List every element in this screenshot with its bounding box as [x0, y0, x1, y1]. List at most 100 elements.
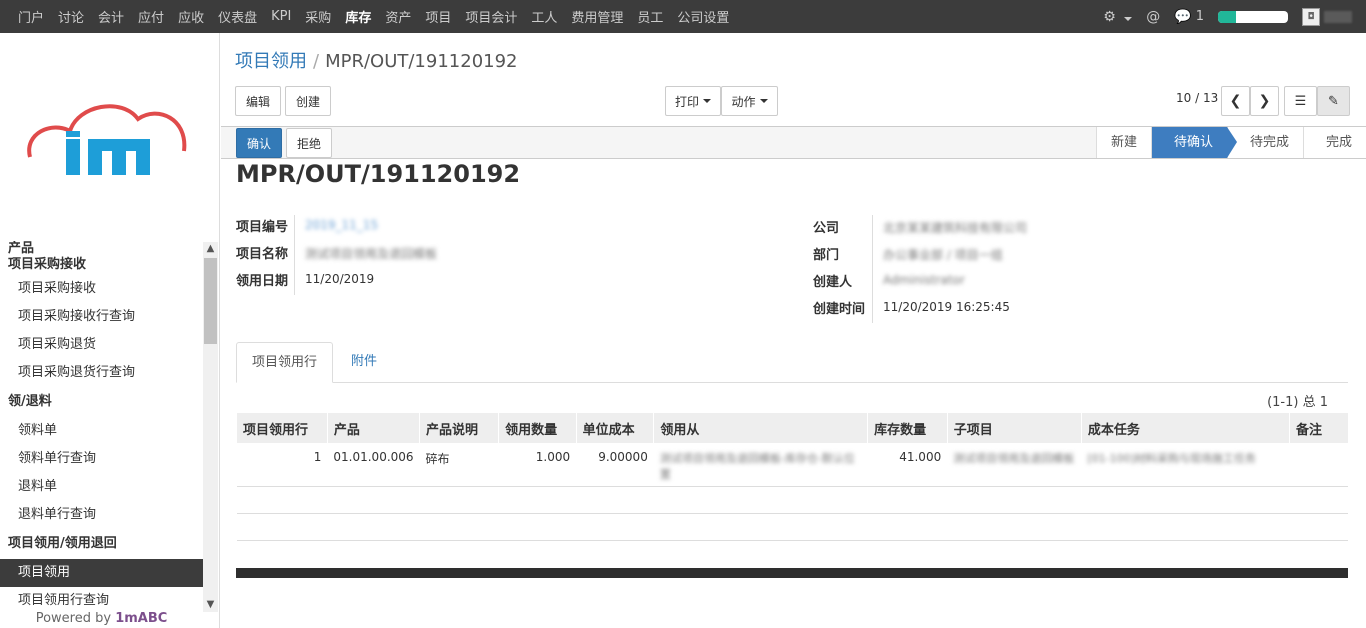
- list-icon: ☰: [1294, 93, 1307, 109]
- topnav-item[interactable]: 应收: [178, 7, 204, 26]
- topnav-item[interactable]: 应付: [138, 7, 164, 26]
- column-header[interactable]: 子项目: [946, 413, 1082, 443]
- topnav-item[interactable]: 项目: [425, 7, 451, 26]
- sidebar-item[interactable]: 项目采购接收行查询: [0, 303, 203, 331]
- next-record-button[interactable]: ❯: [1250, 86, 1279, 116]
- topnav-item[interactable]: 讨论: [58, 7, 84, 26]
- sidebar-item[interactable]: 项目采购退货: [0, 331, 203, 359]
- empty-table-row: [236, 513, 1348, 541]
- edit-icon: ✎: [1328, 93, 1339, 109]
- caret-down-icon: [703, 99, 711, 103]
- topnav-item[interactable]: 费用管理: [571, 7, 623, 26]
- sidebar-section-title: 领/退料: [8, 394, 52, 409]
- list-pager: (1-1) 总 1: [1267, 395, 1328, 410]
- at-icon[interactable]: @: [1146, 9, 1160, 25]
- empty-cell: [236, 513, 1348, 541]
- topnav-item[interactable]: 采购: [305, 7, 331, 26]
- sidebar-item[interactable]: 退料单: [0, 473, 203, 501]
- topnav-item[interactable]: 项目会计: [465, 7, 517, 26]
- messages-button[interactable]: 💬 1: [1174, 9, 1204, 25]
- app-menu: 门户 讨论 会计 应付 应收 仪表盘 KPI 采购 库存 资产 项目 项目会计 工人 费用管理 员工 公司设置: [18, 0, 743, 33]
- topnav-item[interactable]: 公司设置: [677, 7, 729, 26]
- topnav-item[interactable]: 会计: [98, 7, 124, 26]
- stage-item[interactable]: 待完成: [1226, 127, 1303, 158]
- top-navbar: 门户 讨论 会计 应付 应收 仪表盘 KPI 采购 库存 资产 项目 项目会计 工人 费用管理 员工 公司设置…: [0, 0, 1366, 33]
- company-logo: [27, 104, 187, 175]
- field-value: Administrator: [883, 273, 965, 287]
- create-button[interactable]: 创建: [285, 86, 331, 116]
- column-header[interactable]: 领用从: [653, 413, 868, 443]
- sidebar-section-title: 项目采购接收: [8, 257, 87, 272]
- edit-button[interactable]: 编辑: [235, 86, 281, 116]
- powered-prefix: Powered by: [35, 611, 116, 626]
- column-header[interactable]: 产品: [326, 413, 420, 443]
- prev-record-button[interactable]: ❮: [1221, 86, 1250, 116]
- topnav-item[interactable]: KPI: [271, 9, 291, 24]
- table-cell: 碎布: [419, 443, 499, 487]
- sidebar-item[interactable]: 领料单: [0, 417, 203, 445]
- user-menu[interactable]: ◘: [1302, 7, 1352, 26]
- table-row[interactable]: 1 01.01.00.006 碎布 1.000 9.00000 测试项目领用及退回模板-库…: [236, 443, 1348, 487]
- stage-indicator: 新建 待确认 待完成 完成: [1095, 127, 1366, 158]
- topnav-item[interactable]: 员工: [637, 7, 663, 26]
- field-label: 创建时间: [813, 302, 866, 317]
- message-count: 1: [1195, 9, 1204, 24]
- stage-item[interactable]: 待确认: [1150, 127, 1237, 158]
- powered-brand[interactable]: 1mABC: [115, 611, 167, 626]
- field-value: 办公事业部 / 项目一组: [883, 248, 1003, 262]
- scroll-up-icon[interactable]: ▲: [203, 242, 218, 256]
- field-value[interactable]: 2019_11_15: [305, 218, 378, 232]
- table-footer-bar: [236, 568, 1348, 578]
- table-cell: 测试项目领用及退回模板: [947, 443, 1082, 487]
- sidebar-scrollbar[interactable]: ▲ ▼: [203, 242, 218, 612]
- scroll-down-icon[interactable]: ▼: [203, 598, 218, 612]
- column-header[interactable]: 单位成本: [575, 413, 654, 443]
- sidebar-item[interactable]: 项目采购接收: [0, 275, 203, 303]
- table-cell: [1289, 443, 1348, 487]
- topnav-item[interactable]: 库存: [345, 7, 371, 26]
- table-cell: 测试项目领用及退回模板-库存仓-默认位置: [653, 443, 868, 487]
- column-header[interactable]: 产品说明: [419, 413, 499, 443]
- topnav-item[interactable]: 资产: [385, 7, 411, 26]
- progress-fill: [1218, 10, 1236, 23]
- blurred-cell-text: 测试项目领用及退回模板-库存仓-默认位置: [659, 452, 855, 481]
- tab-attachments[interactable]: 附件: [336, 342, 392, 383]
- breadcrumb-parent[interactable]: 项目领用: [235, 51, 307, 72]
- sidebar-section-title: 项目领用/领用退回: [8, 536, 117, 551]
- sidebar-item[interactable]: 项目采购退货行查询: [0, 359, 203, 387]
- tab-lines[interactable]: 项目领用行: [236, 342, 334, 383]
- column-header[interactable]: 备注: [1288, 413, 1348, 443]
- stage-item[interactable]: 完成: [1302, 127, 1366, 158]
- action-dropdown[interactable]: 动作: [721, 86, 778, 116]
- list-view-button[interactable]: ☰: [1284, 86, 1317, 116]
- sidebar-item[interactable]: 项目领用: [0, 559, 203, 587]
- confirm-button[interactable]: 确认: [236, 128, 282, 158]
- stage-item[interactable]: 新建: [1095, 127, 1151, 158]
- column-header[interactable]: 成本任务: [1080, 413, 1290, 443]
- scrollbar-thumb[interactable]: [204, 258, 217, 344]
- print-dropdown[interactable]: 打印: [665, 86, 721, 116]
- powered-by[interactable]: Powered by 1mABC: [0, 611, 203, 628]
- topnav-item[interactable]: 仪表盘: [218, 7, 257, 26]
- form-view-button[interactable]: ✎: [1317, 86, 1350, 116]
- field-label: 创建人: [813, 275, 853, 290]
- field-value: 测试项目领用及退回模板: [305, 247, 438, 261]
- field-divider: [872, 215, 873, 323]
- reject-button[interactable]: 拒绝: [286, 128, 332, 158]
- sidebar-item[interactable]: 退料单行查询: [0, 501, 203, 529]
- topnav-item[interactable]: 工人: [531, 7, 557, 26]
- table-cell: 01.01.00.006: [327, 443, 420, 487]
- column-header[interactable]: 领用数量: [498, 413, 577, 443]
- column-header[interactable]: 项目领用行: [236, 413, 328, 443]
- blurred-cell-text: [01-100]材料采购与现场施工任务: [1087, 452, 1256, 465]
- field-value: 北京某某建筑科技有限公司: [883, 221, 1028, 235]
- lines-table: 项目领用行 产品 产品说明 领用数量 单位成本 领用从 库存数量 子项目 成本任务 备注 1 01.…: [236, 413, 1348, 541]
- topnav-item[interactable]: 门户: [18, 7, 44, 26]
- gear-icon[interactable]: ⚙: [1103, 9, 1133, 25]
- sidebar-item[interactable]: 领料单行查询: [0, 445, 203, 473]
- sidebar-item[interactable]: 项目领用行查询: [0, 587, 203, 611]
- breadcrumb-current: MPR/OUT/191120192: [325, 51, 518, 72]
- table-cell: 41.000: [867, 443, 948, 487]
- chat-icon: 💬: [1174, 8, 1192, 25]
- column-header[interactable]: 库存数量: [867, 413, 948, 443]
